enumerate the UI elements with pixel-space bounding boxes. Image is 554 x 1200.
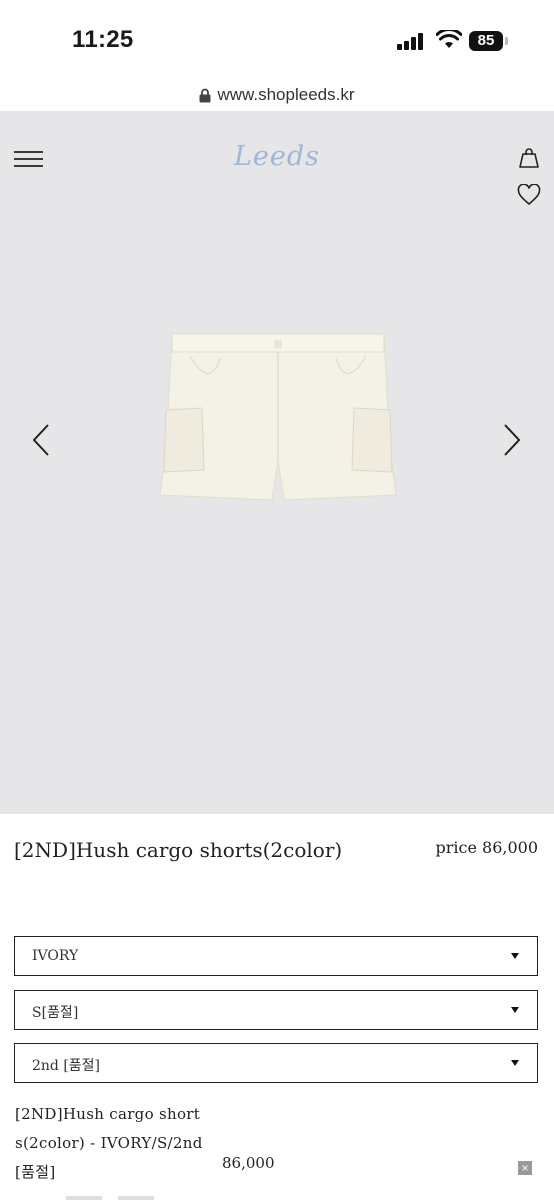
color-select-value: IVORY: [32, 948, 79, 964]
previous-image-arrow-icon[interactable]: [30, 422, 52, 458]
wifi-icon: [436, 30, 462, 48]
size-select[interactable]: S[품절]: [14, 990, 538, 1030]
dropdown-caret-icon: [511, 953, 519, 959]
price-label: price: [435, 838, 477, 857]
dropdown-caret-icon: [511, 1060, 519, 1066]
size-select-value: S[품절]: [32, 1005, 79, 1021]
lock-icon: [199, 88, 211, 102]
status-time: 11:25: [72, 26, 134, 53]
status-bar: 11:25 85: [0, 0, 554, 80]
shopping-bag-icon[interactable]: [517, 146, 541, 170]
product-title: [2ND]Hush cargo shorts(2color): [14, 838, 343, 862]
quantity-control[interactable]: [66, 1196, 102, 1200]
edition-select-value: 2nd [품절]: [32, 1058, 101, 1074]
product-image: [159, 333, 397, 501]
signal-icon: [397, 32, 427, 50]
dropdown-caret-icon: [511, 1007, 519, 1013]
battery-icon: 85: [469, 31, 503, 51]
url-display[interactable]: www.shopleeds.kr: [199, 80, 355, 110]
price-value: 86,000: [482, 838, 538, 857]
battery-tip: [505, 37, 508, 45]
color-select[interactable]: IVORY: [14, 936, 538, 976]
remove-option-button[interactable]: ×: [518, 1161, 532, 1175]
edition-select[interactable]: 2nd [품절]: [14, 1043, 538, 1083]
next-image-arrow-icon[interactable]: [501, 422, 523, 458]
url-bar[interactable]: www.shopleeds.kr: [0, 80, 554, 110]
url-text: www.shopleeds.kr: [217, 85, 355, 104]
site-logo[interactable]: Leeds: [0, 141, 554, 172]
product-price: price 86,000: [435, 838, 538, 857]
selected-option-summary: [2ND]Hush cargo shorts(2color) - IVORY/S…: [15, 1105, 203, 1181]
selected-option-price: 86,000: [222, 1154, 275, 1172]
heart-icon[interactable]: [517, 184, 541, 206]
quantity-control[interactable]: [118, 1196, 154, 1200]
